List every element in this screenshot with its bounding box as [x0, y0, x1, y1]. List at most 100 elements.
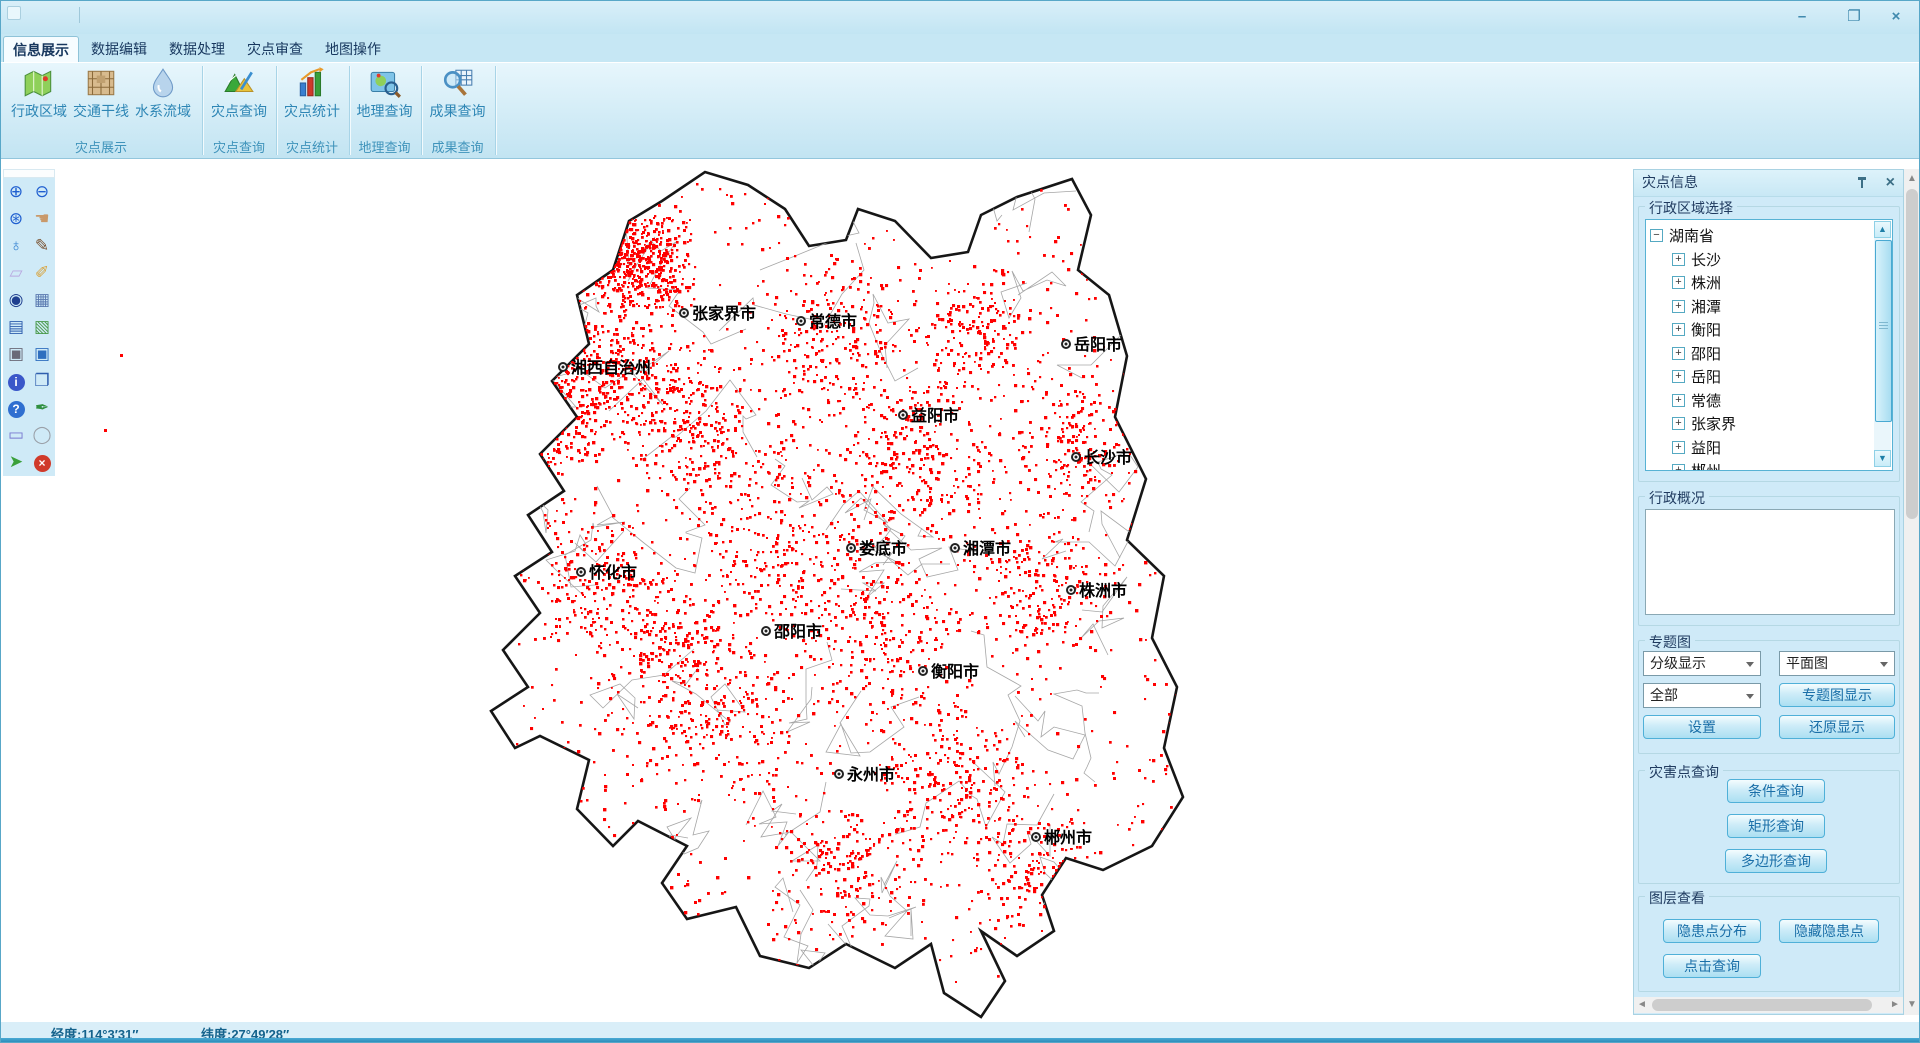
brush-icon[interactable]: ✐: [31, 263, 53, 283]
expand-icon[interactable]: +: [1672, 253, 1685, 266]
pan-hand-icon[interactable]: ☚: [31, 209, 53, 229]
rectangle-query-button[interactable]: 矩形查询: [1727, 814, 1825, 838]
region-tree[interactable]: −湖南省+长沙+株洲+湘潭+衡阳+邵阳+岳阳+常德+张家界+益阳+郴州 ▲ ▼: [1645, 219, 1893, 471]
ribbon-button-label: 地理查询: [357, 101, 413, 121]
tree-item-湖南省[interactable]: −湖南省: [1650, 224, 1736, 248]
rectangle-icon[interactable]: ▭: [5, 425, 27, 445]
thematic-show-button[interactable]: 专题图显示: [1779, 683, 1895, 707]
ribbon-button-label: 交通干线: [73, 101, 129, 121]
print-color-icon[interactable]: ▣: [31, 344, 53, 364]
tree-item-邵阳[interactable]: +邵阳: [1650, 342, 1736, 366]
restore-display-button[interactable]: 还原显示: [1779, 715, 1895, 739]
window-icon[interactable]: ❐: [31, 371, 53, 391]
h-scroll-thumb[interactable]: [1652, 999, 1872, 1011]
map-type-dropdown[interactable]: 平面图: [1779, 651, 1895, 676]
ellipse-icon[interactable]: ◯: [31, 425, 53, 445]
成果查询-button[interactable]: 成果查询: [427, 63, 489, 121]
expand-icon[interactable]: +: [1672, 276, 1685, 289]
hunan-province-map[interactable]: 张家界市常德市岳阳市湘西自治州益阳市长沙市娄底市湘潭市株洲市怀化市邵阳市衡阳市永…: [416, 161, 1196, 1021]
tree-item-衡阳[interactable]: +衡阳: [1650, 318, 1736, 342]
expand-icon[interactable]: +: [1672, 417, 1685, 430]
scroll-left-icon[interactable]: ◄: [1634, 997, 1650, 1013]
tree-scrollbar[interactable]: ▲ ▼: [1874, 221, 1891, 467]
scroll-up-icon[interactable]: ▲: [1904, 171, 1920, 187]
panel-vertical-scrollbar[interactable]: ▲ ▼: [1904, 169, 1920, 1015]
expand-icon[interactable]: +: [1672, 394, 1685, 407]
expand-icon[interactable]: +: [1672, 441, 1685, 454]
signature-pen-icon[interactable]: ✒: [31, 398, 53, 418]
灾点统计-button[interactable]: 灾点统计: [281, 63, 343, 121]
tab-2[interactable]: 数据编辑: [81, 36, 157, 62]
tree-item-岳阳[interactable]: +岳阳: [1650, 365, 1736, 389]
image-icon[interactable]: ▧: [31, 317, 53, 337]
交通干线-button[interactable]: 交通干线: [70, 63, 132, 121]
collapse-icon[interactable]: −: [1650, 229, 1663, 242]
zoom-extent-icon[interactable]: ⊛: [5, 209, 27, 229]
city-label: 岳阳市: [1074, 335, 1122, 354]
region-overview-textarea[interactable]: [1645, 509, 1895, 615]
region-select-group: 行政区域选择 −湖南省+长沙+株洲+湘潭+衡阳+邵阳+岳阳+常德+张家界+益阳+…: [1638, 206, 1900, 482]
panel-horizontal-scrollbar[interactable]: ◄ ►: [1634, 997, 1903, 1013]
tree-scroll-up-icon[interactable]: ▲: [1874, 221, 1891, 238]
palette-grip[interactable]: [3, 169, 55, 178]
city-label: 永州市: [846, 765, 895, 784]
panel-close-icon[interactable]: ×: [1886, 170, 1895, 195]
expand-icon[interactable]: +: [1672, 300, 1685, 313]
tab-3[interactable]: 数据处理: [159, 36, 235, 62]
tree-scroll-down-icon[interactable]: ▼: [1874, 450, 1891, 467]
layers-panel-icon[interactable]: ▤: [5, 317, 27, 337]
pin-icon[interactable]: [1857, 177, 1867, 189]
city-marker-core: [1070, 589, 1073, 592]
tab-4[interactable]: 灾点审查: [237, 36, 313, 62]
hazard-distribution-button[interactable]: 隐患点分布: [1663, 919, 1761, 943]
expand-icon[interactable]: +: [1672, 464, 1685, 471]
select-arrow-icon[interactable]: ➤: [5, 452, 27, 472]
tree-item-株洲[interactable]: +株洲: [1650, 271, 1736, 295]
tree-item-长沙[interactable]: +长沙: [1650, 248, 1736, 272]
scope-dropdown[interactable]: 全部: [1643, 683, 1761, 708]
tree-item-张家界[interactable]: +张家界: [1650, 412, 1736, 436]
zoom-out-icon[interactable]: ⊖: [31, 182, 53, 202]
click-query-button[interactable]: 点击查询: [1663, 954, 1761, 978]
polygon-query-button[interactable]: 多边形查询: [1725, 849, 1827, 873]
map-canvas[interactable]: 张家界市常德市岳阳市湘西自治州益阳市长沙市娄底市湘潭市株洲市怀化市邵阳市衡阳市永…: [1, 159, 1633, 1021]
quick-access-button[interactable]: [7, 6, 21, 20]
tree-item-常德[interactable]: +常德: [1650, 389, 1736, 413]
info-icon[interactable]: i: [5, 371, 27, 391]
tab-1[interactable]: 信息展示: [3, 36, 79, 62]
tree-item-郴州[interactable]: + 郴州: [1650, 459, 1736, 471]
tree-item-label: 郴州: [1691, 460, 1721, 471]
settings-button[interactable]: 设置: [1643, 715, 1761, 739]
水系流域-button[interactable]: 水系流域: [132, 63, 194, 121]
scroll-down-icon[interactable]: ▼: [1904, 997, 1920, 1013]
tree-item-益阳[interactable]: +益阳: [1650, 436, 1736, 460]
zoom-in-icon[interactable]: ⊕: [5, 182, 27, 202]
help-icon[interactable]: ?: [5, 398, 27, 418]
restore-button[interactable]: ❐: [1841, 7, 1867, 27]
draw-line-icon[interactable]: ✎: [31, 236, 53, 256]
display-mode-dropdown[interactable]: 分级显示: [1643, 651, 1761, 676]
地理查询-button[interactable]: 地理查询: [354, 63, 416, 121]
tab-5[interactable]: 地图操作: [315, 36, 391, 62]
city-label: 怀化市: [589, 563, 637, 582]
行政区域-button[interactable]: 行政区域: [8, 63, 70, 121]
keyboard-grid-icon[interactable]: ▦: [31, 290, 53, 310]
polygon-page-icon[interactable]: ▱: [5, 263, 27, 283]
condition-query-button[interactable]: 条件查询: [1727, 779, 1825, 803]
minimize-button[interactable]: –: [1789, 7, 1815, 27]
tree-item-湘潭[interactable]: +湘潭: [1650, 295, 1736, 319]
print-icon[interactable]: ▣: [5, 344, 27, 364]
expand-icon[interactable]: +: [1672, 370, 1685, 383]
delete-icon[interactable]: ×: [31, 452, 53, 472]
expand-icon[interactable]: +: [1672, 347, 1685, 360]
v-scroll-thumb[interactable]: [1906, 189, 1918, 519]
tree-scroll-thumb[interactable]: [1875, 240, 1892, 422]
hide-hazard-button[interactable]: 隐藏隐患点: [1779, 919, 1879, 943]
eye-icon[interactable]: ◉: [5, 290, 27, 310]
map-tools-palette: ⊕⊖⊛☚♁✎▱✐◉▦▤▧▣▣i❐?✒▭◯➤×: [3, 169, 55, 476]
expand-icon[interactable]: +: [1672, 323, 1685, 336]
close-button[interactable]: ×: [1883, 7, 1909, 27]
灾点查询-button[interactable]: 灾点查询: [208, 63, 270, 121]
globe-icon[interactable]: ♁: [5, 236, 27, 256]
scroll-right-icon[interactable]: ►: [1887, 997, 1903, 1013]
